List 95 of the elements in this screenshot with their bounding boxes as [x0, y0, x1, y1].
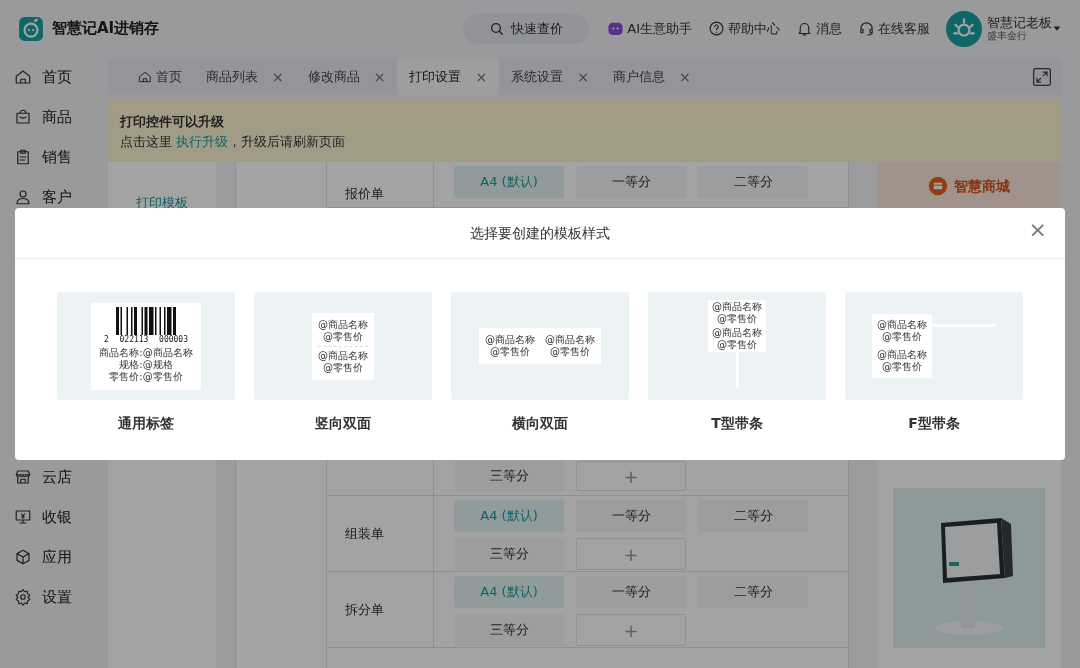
search-icon — [489, 20, 506, 37]
headset-icon — [858, 20, 875, 37]
template-label: 横向双面 — [512, 414, 568, 433]
monitor-icon — [14, 508, 32, 526]
option-button[interactable]: 一等分 — [576, 166, 686, 198]
template-label: F型带条 — [908, 414, 960, 433]
close-icon[interactable]: × — [577, 66, 589, 88]
template-preview[interactable]: @商品名称 @零售价 @商品名称 @零售价 — [451, 292, 629, 400]
bell-icon — [796, 20, 813, 37]
notice-title: 打印控件可以升级 — [120, 113, 225, 131]
sidebar-item[interactable]: 云店 — [0, 457, 108, 497]
tab[interactable]: 首页 — [126, 59, 194, 95]
option-button[interactable]: 一等分 — [576, 500, 686, 532]
home-icon — [14, 68, 32, 86]
shop-name: 盛丰金行 — [987, 30, 1028, 42]
label-text: @零售价 — [881, 361, 923, 373]
tab[interactable]: 打印设置 × — [397, 59, 500, 95]
label-text: @零售价 — [489, 346, 531, 358]
sidebar-item[interactable]: 客户 — [0, 177, 108, 217]
shop-icon — [928, 176, 948, 196]
dialog-title: 选择要创建的模板样式 — [470, 223, 610, 243]
template-preview[interactable]: @商品名称 @零售价 @商品名称 @零售价 — [648, 292, 826, 400]
row-name: 组装单 — [345, 524, 384, 543]
label-text: @商品名称 — [712, 301, 762, 313]
option-button[interactable]: 一等分 — [576, 576, 686, 608]
option-button[interactable]: 二等分 — [698, 576, 808, 608]
label-text: @零售价 — [716, 313, 758, 325]
user-name: 智慧记老板 — [987, 15, 1052, 30]
clipboard-icon — [14, 148, 32, 166]
label-text: 零售价:@零售价 — [108, 370, 184, 383]
sidebar-item[interactable]: 首页 — [0, 57, 108, 97]
header-link[interactable]: 在线客服 — [858, 18, 930, 39]
label-text: @商品名称 — [877, 319, 927, 331]
label-text: @商品名称 — [545, 334, 595, 346]
template-label: 通用标签 — [118, 414, 174, 433]
help-icon — [708, 20, 725, 37]
sidebar-item[interactable]: 销售 — [0, 137, 108, 177]
option-button[interactable]: 二等分 — [698, 166, 808, 198]
search-button[interactable]: 快速查价 — [463, 13, 590, 44]
label-text: 规格:@规格 — [118, 358, 174, 371]
tab[interactable]: 修改商品 × — [295, 59, 398, 95]
avatar[interactable] — [946, 10, 982, 47]
label-text: @商品名称 — [318, 349, 368, 362]
option-button[interactable]: 三等分 — [454, 461, 564, 491]
label-text: @零售价 — [716, 339, 758, 351]
header-link[interactable]: 消息 — [796, 18, 842, 39]
label-text: @商品名称 — [318, 318, 368, 331]
barcode-digits: 2 — [104, 334, 109, 344]
label-text: @零售价 — [549, 346, 591, 358]
template-label: T型带条 — [711, 414, 763, 433]
option-button[interactable]: 二等分 — [698, 500, 808, 532]
row-name: 报价单 — [345, 184, 384, 203]
settings-icon — [14, 588, 32, 606]
close-icon[interactable]: × — [678, 66, 691, 88]
sidebar-item[interactable]: 收银 — [0, 497, 108, 537]
close-button[interactable]: × — [1022, 218, 1053, 242]
template-preview[interactable]: @商品名称 @零售价 @商品名称 @零售价 — [845, 292, 1023, 400]
barcode-icon — [116, 306, 176, 335]
tab[interactable]: 系统设置 × — [499, 59, 601, 95]
app-name: 智慧记AI进销存 — [52, 18, 160, 40]
notice-text: 点击这里 执行升级，升级后请刷新页面 — [120, 132, 347, 151]
template-preview[interactable]: 2 022113 000003 商品名称:@商品名称 规格:@规格 零售价:@零售价 — [57, 292, 235, 400]
label-text: @零售价 — [322, 330, 364, 343]
robot-icon — [607, 20, 625, 37]
mall-label: 智慧商城 — [954, 176, 1010, 196]
sidebar-item[interactable]: 应用 — [0, 537, 108, 577]
label-text: @商品名称 — [485, 334, 535, 346]
label-text: 商品名称:@商品名称 — [99, 346, 193, 359]
label-text: @商品名称 — [877, 349, 927, 361]
logo-icon — [18, 15, 44, 42]
label-text: @零售价 — [322, 361, 364, 374]
close-icon[interactable]: × — [475, 66, 488, 88]
close-icon[interactable]: × — [272, 66, 284, 88]
barcode-digits: 022113 — [119, 334, 149, 344]
option-button[interactable]: 三等分 — [454, 614, 564, 646]
sidebar-item[interactable]: 设置 — [0, 577, 108, 617]
header-link[interactable]: 帮助中心 — [708, 18, 780, 39]
template-preview[interactable]: @商品名称 @零售价 @商品名称 @零售价 — [254, 292, 432, 400]
template-label: 竖向双面 — [315, 414, 371, 433]
fullscreen-icon — [1032, 67, 1052, 87]
close-icon[interactable]: × — [373, 66, 386, 88]
option-button[interactable]: 三等分 — [454, 538, 564, 570]
sidebar-item[interactable]: 商品 — [0, 97, 108, 137]
person-icon — [14, 188, 32, 206]
label-text: @商品名称 — [712, 327, 762, 339]
header-link[interactable]: AI生意助手 — [607, 18, 692, 39]
tab[interactable]: 商户信息 × — [600, 59, 703, 95]
store-icon — [14, 468, 32, 486]
row-name: 拆分单 — [345, 600, 384, 619]
tab[interactable]: 商品列表 × — [194, 59, 296, 95]
label-text: @零售价 — [881, 331, 923, 343]
cube-icon — [14, 548, 32, 566]
home-icon — [138, 70, 152, 84]
barcode-digits: 000003 — [159, 334, 188, 344]
bag-icon — [14, 108, 32, 126]
